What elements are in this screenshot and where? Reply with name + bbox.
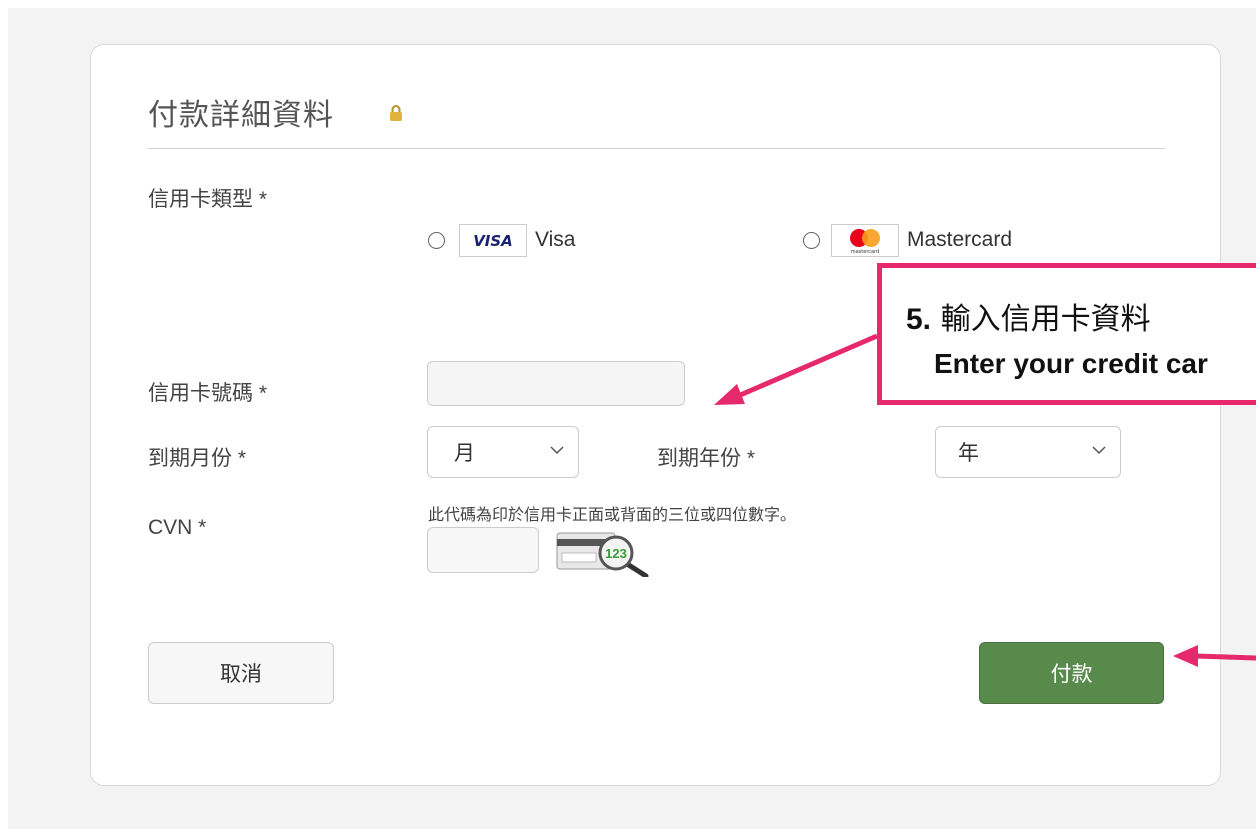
card-number-input[interactable] — [427, 361, 685, 406]
title-divider — [148, 148, 1165, 149]
expiry-year-select[interactable]: 年 — [935, 426, 1121, 478]
mastercard-radio[interactable] — [803, 232, 820, 249]
cancel-button[interactable]: 取消 — [148, 642, 334, 704]
mastercard-logo-icon: mastercard — [831, 224, 899, 257]
visa-logo-icon: VISA — [459, 224, 527, 257]
chevron-down-icon — [550, 446, 564, 455]
card-number-label: 信用卡號碼 * — [148, 382, 268, 405]
visa-option-label: Visa — [535, 228, 576, 251]
cvn-example-digits: 123 — [605, 546, 627, 561]
mastercard-wordmark: mastercard — [851, 249, 879, 255]
lock-icon — [390, 105, 402, 121]
expiry-year-value: 年 — [958, 442, 979, 465]
expiry-month-select[interactable]: 月 — [427, 426, 579, 478]
callout-chinese-text: 輸入信用卡資料 — [940, 302, 1151, 337]
pay-button[interactable]: 付款 — [979, 642, 1164, 704]
cvn-card-magnifier-icon: 123 — [556, 532, 649, 577]
expiry-year-label: 到期年份 * — [657, 447, 756, 470]
expiry-month-label: 到期月份 * — [148, 447, 247, 470]
chevron-down-icon — [1092, 446, 1106, 455]
page-title: 付款詳細資料 — [148, 99, 334, 132]
cvn-hint-text: 此代碼為印於信用卡正面或背面的三位或四位數字。 — [428, 507, 797, 524]
card-type-label: 信用卡類型 * — [148, 188, 268, 211]
callout-step-number: 5. — [906, 303, 932, 336]
mastercard-option-label: Mastercard — [907, 228, 1013, 251]
cvn-label: CVN * — [148, 516, 207, 539]
callout-line-2: Enter your credit car — [934, 348, 1208, 379]
callout-line-1: 5. 輸入信用卡資料 — [906, 294, 1151, 338]
expiry-month-value: 月 — [454, 442, 475, 465]
mastercard-circles-icon: mastercard — [850, 229, 880, 255]
instruction-callout: 5. 輸入信用卡資料 Enter your credit car — [877, 263, 1256, 405]
cvn-input[interactable] — [427, 527, 539, 573]
visa-radio[interactable] — [428, 232, 445, 249]
